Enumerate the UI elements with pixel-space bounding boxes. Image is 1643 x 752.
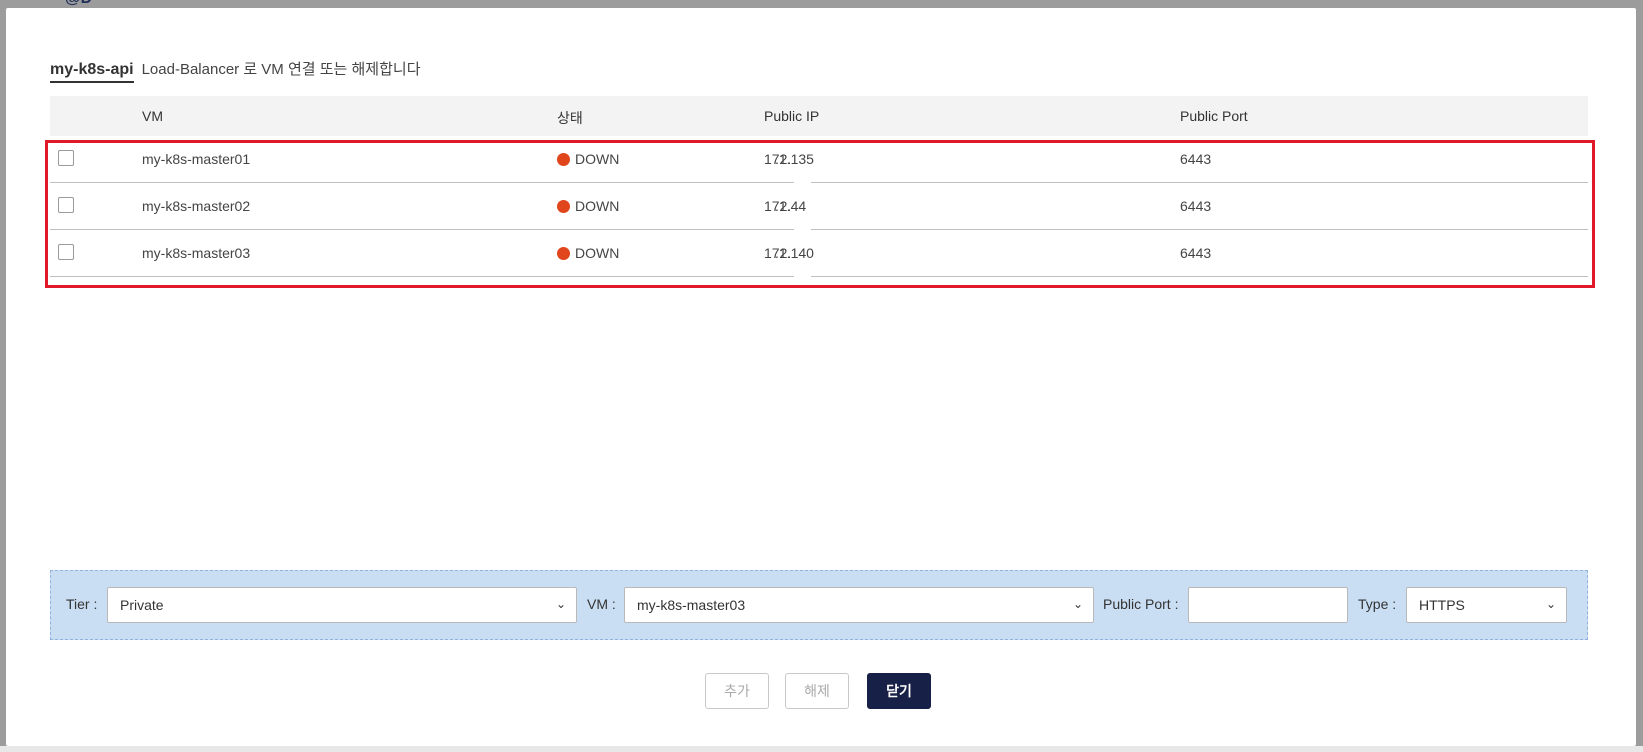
tier-label: Tier : (66, 596, 98, 612)
row-checkbox[interactable] (58, 244, 74, 260)
row-checkbox[interactable] (58, 150, 74, 166)
vm-connect-dialog: my-k8s-api Load-Balancer 로 VM 연결 또는 해제합니… (6, 8, 1636, 746)
vm-table: VM 상태 Public IP Public Port my-k8s-maste… (45, 96, 1595, 288)
public-port-input[interactable] (1188, 587, 1348, 623)
chevron-down-icon: ⌄ (555, 597, 566, 611)
tier-select-value: Private (120, 597, 164, 613)
type-label: Type : (1358, 596, 1397, 612)
row-port: 6443 (1180, 198, 1212, 214)
row-vm-name: my-k8s-master01 (142, 151, 251, 167)
dialog-description: Load-Balancer 로 VM 연결 또는 해제합니다 (141, 61, 421, 78)
close-button[interactable]: 닫기 (867, 673, 931, 709)
chevron-down-icon: ⌄ (1545, 597, 1556, 611)
row-vm-name: my-k8s-master02 (142, 198, 251, 214)
chevron-down-icon: ⌄ (1072, 597, 1083, 611)
dialog-title: my-k8s-api Load-Balancer 로 VM 연결 또는 해제합니… (50, 58, 421, 83)
row-ip-suffix: .1.140 (775, 245, 814, 261)
header-vm: VM (142, 108, 163, 124)
header-public-port: Public Port (1180, 108, 1248, 124)
add-button[interactable]: 추가 (705, 673, 769, 709)
row-vm-name: my-k8s-master03 (142, 245, 251, 261)
header-public-ip: Public IP (764, 108, 820, 124)
remove-button[interactable]: 해제 (785, 673, 849, 709)
vm-select-value: my-k8s-master03 (637, 597, 746, 613)
row-port: 6443 (1180, 245, 1212, 261)
row-status: DOWN (557, 245, 619, 261)
type-select-value: HTTPS (1419, 597, 1465, 613)
table-header: VM 상태 Public IP Public Port (50, 96, 1588, 136)
status-down-icon (557, 153, 570, 166)
table-body: my-k8s-master01 DOWN 172. .1.135 6443 my… (45, 136, 1595, 288)
row-status-label: DOWN (575, 151, 620, 167)
add-vm-form: Tier : Private ⌄ VM : my-k8s-master03 ⌄ … (50, 570, 1588, 640)
row-status-label: DOWN (575, 198, 620, 214)
tier-select[interactable]: Private ⌄ (107, 587, 577, 623)
public-port-label: Public Port : (1103, 596, 1179, 612)
row-status: DOWN (557, 151, 619, 167)
row-ip-suffix: .1.44 (775, 198, 807, 214)
vm-label: VM : (587, 596, 616, 612)
row-checkbox[interactable] (58, 197, 74, 213)
header-status: 상태 (557, 110, 583, 126)
status-down-icon (557, 247, 570, 260)
background-fragment: @D (65, 0, 92, 8)
table-row[interactable]: my-k8s-master01 DOWN 172. .1.135 6443 (50, 136, 1588, 183)
row-status: DOWN (557, 198, 619, 214)
table-row[interactable]: my-k8s-master03 DOWN 172. .1.140 6443 (50, 230, 1588, 277)
type-select[interactable]: HTTPS ⌄ (1406, 587, 1567, 623)
row-status-label: DOWN (575, 245, 620, 261)
row-port: 6443 (1180, 151, 1212, 167)
load-balancer-name: my-k8s-api (50, 61, 134, 83)
background-strip (0, 746, 1643, 752)
table-row[interactable]: my-k8s-master02 DOWN 172. .1.44 6443 (50, 183, 1588, 230)
status-down-icon (557, 200, 570, 213)
vm-select[interactable]: my-k8s-master03 ⌄ (624, 587, 1094, 623)
row-ip-suffix: .1.135 (775, 151, 814, 167)
